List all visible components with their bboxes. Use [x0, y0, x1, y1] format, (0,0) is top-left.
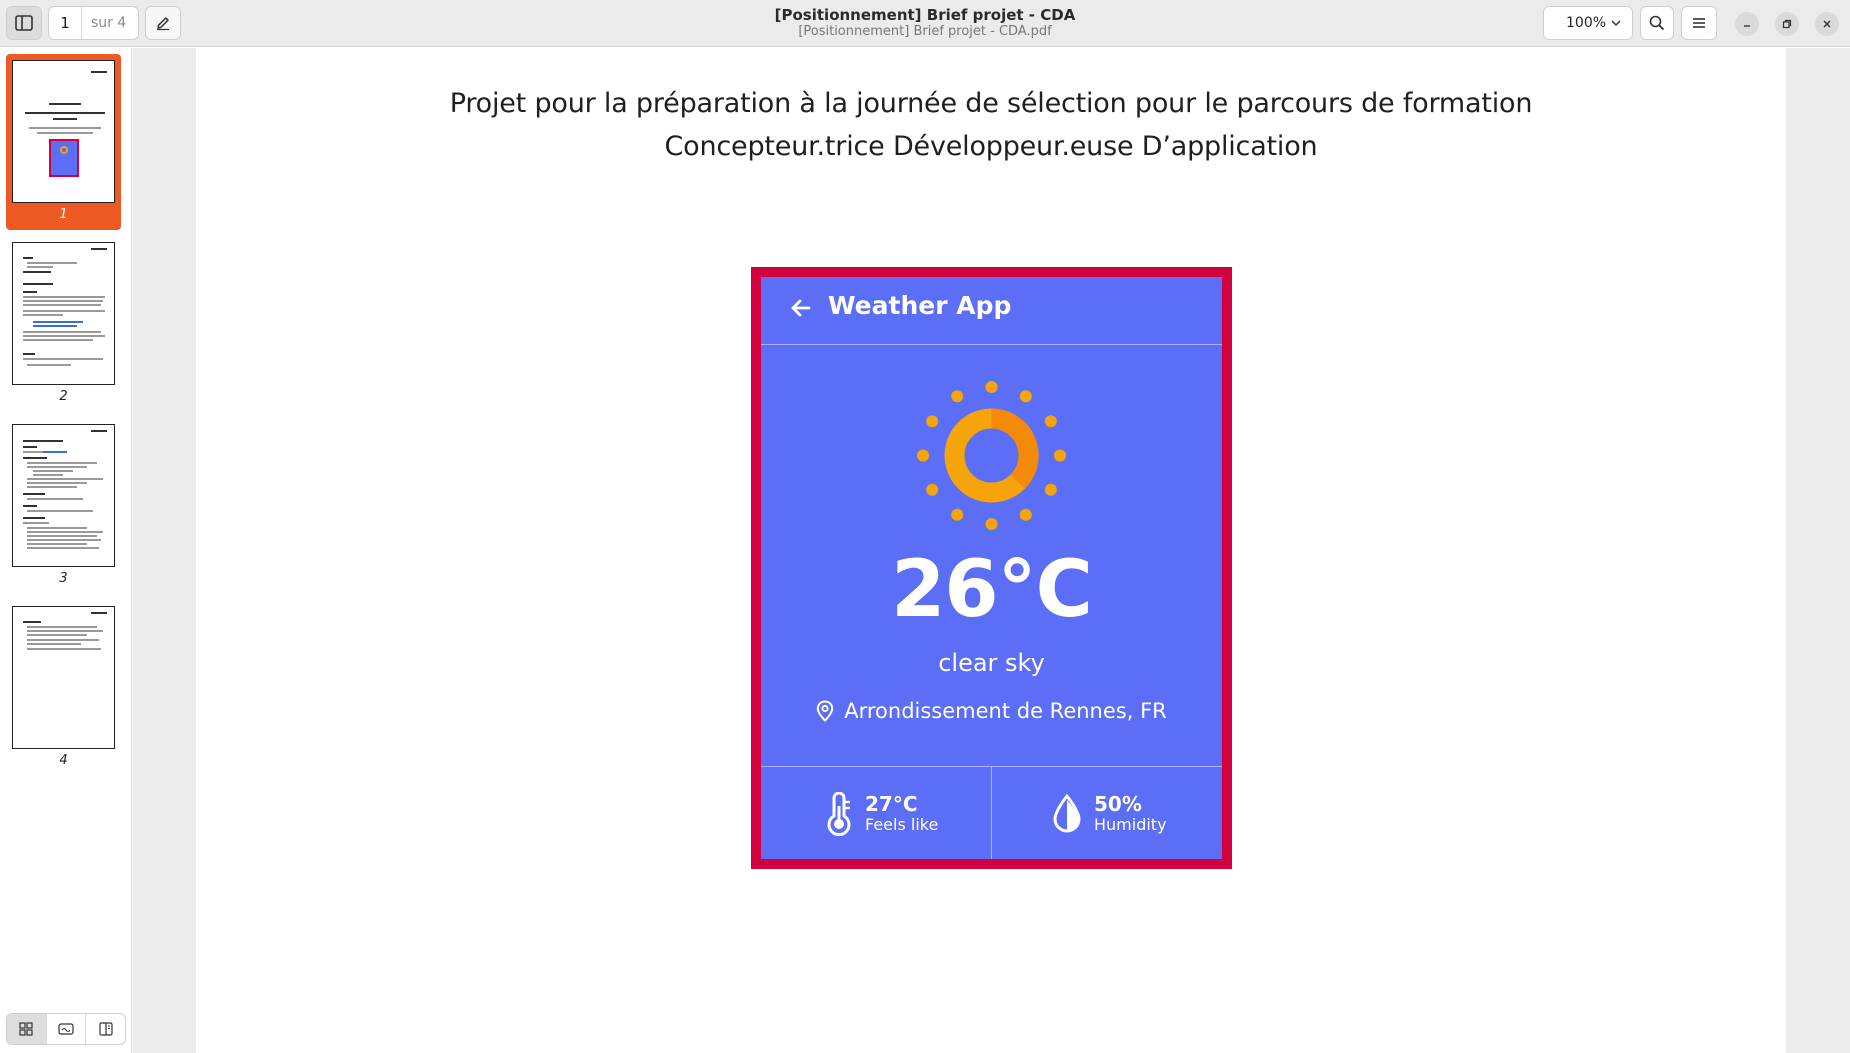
page-navigator: 1 sur 4: [48, 6, 139, 40]
document-viewport[interactable]: Projet pour la préparation à la journée …: [133, 48, 1850, 1053]
search-button[interactable]: [1640, 6, 1674, 40]
feels-like-label: Feels like: [865, 815, 939, 834]
annotation-icon: [58, 1023, 74, 1035]
feels-like-text: 27°C Feels like: [865, 793, 938, 834]
weather-app-image: Weather App 26°C clear sky Arrondissemen…: [751, 267, 1232, 869]
humidity-label: Humidity: [1094, 815, 1167, 834]
thermometer-icon: [827, 791, 851, 836]
hamburger-menu-icon: [1693, 18, 1705, 28]
zoom-dropdown[interactable]: 100%: [1543, 6, 1633, 40]
minimize-icon: [1744, 25, 1750, 27]
header-bar: 1 sur 4 [Positionnement] Brief projet - …: [0, 0, 1850, 47]
annotate-button[interactable]: [145, 6, 181, 40]
temperature: 26°C: [891, 545, 1093, 635]
main-menu-button[interactable]: [1681, 6, 1717, 40]
water-drop-icon: [1053, 793, 1081, 832]
thumbnail-image: [12, 424, 115, 567]
search-icon: [1649, 15, 1665, 31]
page-total-label: sur 4: [91, 15, 127, 31]
thumbnails-view-button[interactable]: [7, 1014, 47, 1044]
humidity-text: 50% Humidity: [1094, 793, 1167, 834]
thumbnail-page-4[interactable]: 4: [6, 600, 121, 776]
maximize-button[interactable]: [1775, 12, 1799, 36]
sidebar-icon: [15, 15, 33, 31]
feels-like-value: 27°C: [865, 792, 918, 816]
chevron-down-icon: [1611, 20, 1621, 27]
thumbnail-page-2[interactable]: 2: [6, 236, 121, 412]
location-row: Arrondissement de Rennes, FR: [761, 699, 1222, 723]
grid-icon: [19, 1022, 33, 1036]
close-button[interactable]: [1815, 12, 1839, 36]
thumbnail-page-number: 2: [59, 389, 68, 404]
humidity-value: 50%: [1094, 792, 1142, 816]
sidebar-toggle-button[interactable]: [6, 6, 42, 40]
book-icon: [99, 1022, 113, 1036]
location-pin-icon: [817, 700, 834, 722]
thumbnail-image: [12, 606, 115, 749]
weather-app-header: Weather App: [761, 277, 1222, 345]
restore-icon: [1782, 19, 1792, 29]
outline-view-button[interactable]: [86, 1014, 125, 1044]
page-number-input[interactable]: 1: [49, 7, 82, 39]
thumbnail-image: [12, 60, 115, 203]
page-heading: Projet pour la préparation à la journée …: [196, 82, 1786, 168]
humidity-panel: 50% Humidity: [992, 767, 1222, 859]
sidebar-view-switcher: [6, 1013, 126, 1045]
feels-like-panel: 27°C Feels like: [761, 767, 992, 859]
thumbnail-page-1[interactable]: 1: [6, 54, 121, 230]
pdf-page: Projet pour la préparation à la journée …: [196, 48, 1786, 1053]
thumbnail-page-number: 4: [59, 753, 68, 768]
thumbnail-page-number: 3: [59, 571, 68, 586]
zoom-level: 100%: [1566, 15, 1607, 31]
heading-line-2: Concepteur.trice Développeur.euse D’appl…: [664, 131, 1318, 162]
weather-details: 27°C Feels like 50% Humidity: [761, 766, 1222, 859]
annotations-view-button[interactable]: [47, 1014, 87, 1044]
weather-app-card: Weather App 26°C clear sky Arrondissemen…: [761, 277, 1222, 859]
heading-line-1: Projet pour la préparation à la journée …: [449, 88, 1533, 119]
thumbnail-page-3[interactable]: 3: [6, 418, 121, 594]
thumbnail-image: [12, 242, 115, 385]
pencil-icon: [157, 17, 169, 31]
thumbnail-page-number: 1: [59, 207, 68, 222]
weather-app-title: Weather App: [828, 291, 1012, 320]
weather-description: clear sky: [938, 649, 1045, 677]
minimize-button[interactable]: [1735, 12, 1759, 36]
close-icon: [1823, 20, 1831, 28]
thumbnail-sidebar: 1 2 3 4: [0, 48, 132, 1053]
arrow-left-icon: [791, 299, 811, 317]
sun-icon: [917, 381, 1066, 530]
location-text: Arrondissement de Rennes, FR: [844, 699, 1167, 723]
